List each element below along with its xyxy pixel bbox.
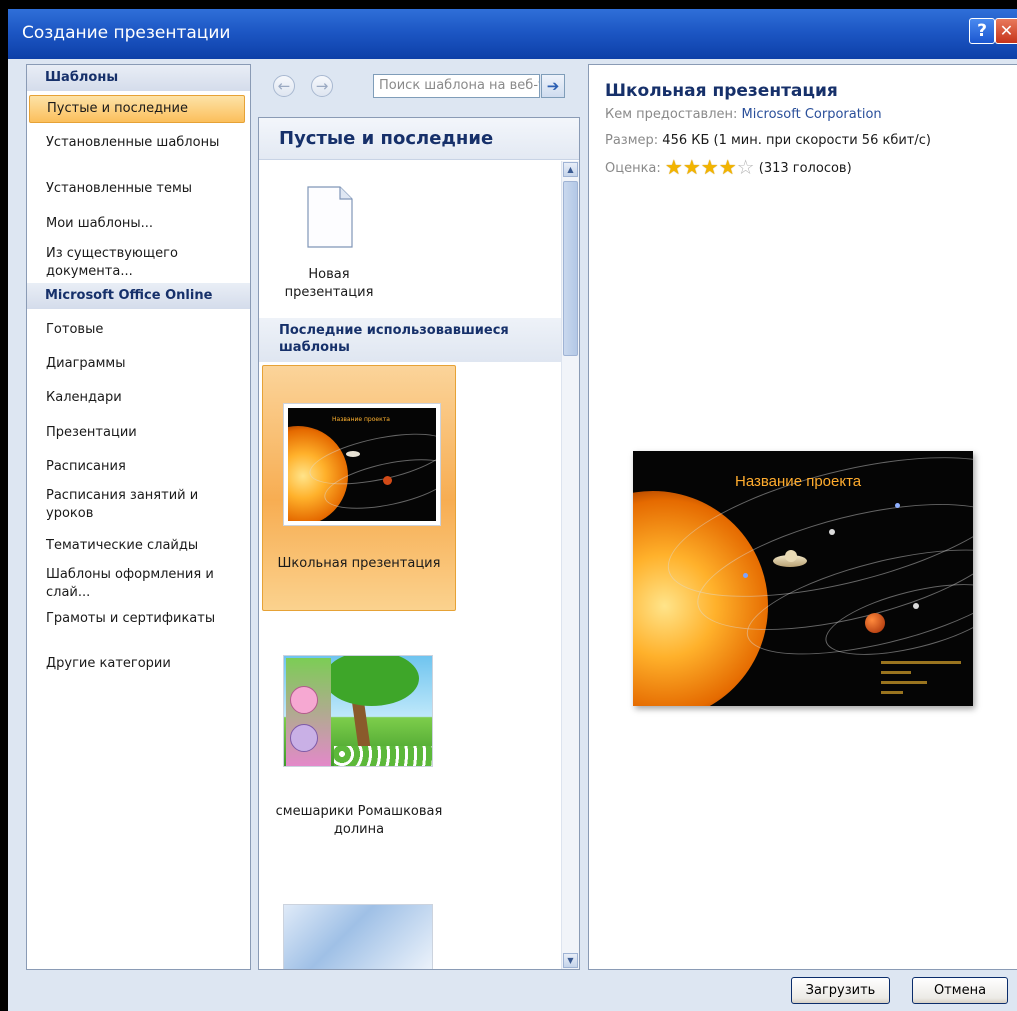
template-label-school: Школьная презентация: [277, 556, 441, 571]
template-thumbnail-school: Название проекта: [283, 403, 441, 526]
category-panel: Шаблоны Пустые и последние Установленные…: [26, 64, 251, 970]
preview-slide-title: Название проекта: [735, 473, 862, 490]
template-item-school[interactable]: Название проекта Школьная презентация: [262, 365, 456, 611]
template-thumbnail-smeshariki: [283, 655, 433, 767]
size-key: Размер:: [605, 133, 659, 148]
close-button[interactable]: ✕: [995, 18, 1017, 44]
rating-row: Оценка: ★★★★☆ (313 голосов): [605, 155, 852, 179]
rating-key: Оценка:: [605, 161, 661, 176]
nav-item-thematic-slides[interactable]: Тематические слайды: [46, 537, 246, 555]
provider-row: Кем предоставлен: Microsoft Corporation: [605, 107, 882, 122]
nav-item-schedules[interactable]: Расписания: [46, 458, 246, 476]
preview-title: Школьная презентация: [605, 81, 838, 101]
template-label-smeshariki: смешарики Ромашковая долина: [275, 804, 443, 837]
nav-item-design-templates[interactable]: Шаблоны оформления и слай...: [46, 566, 246, 602]
forward-button[interactable]: →: [311, 75, 333, 97]
nav-item-my-templates[interactable]: Мои шаблоны...: [46, 215, 246, 233]
size-value: 456 КБ (1 мин. при скорости 56 кбит/с): [662, 133, 931, 148]
nav-item-installed-templates[interactable]: Установленные шаблоны: [46, 134, 246, 152]
search-toolbar: ← → Поиск шаблона на веб-узле Microsoft …: [258, 64, 580, 110]
scroll-up-icon[interactable]: ▲: [563, 162, 578, 177]
template-list-scrollbar[interactable]: ▲ ▼: [561, 161, 579, 969]
provider-value: Microsoft Corporation: [741, 107, 882, 122]
search-go-button[interactable]: ➔: [541, 74, 565, 98]
preview-image: Название проекта: [633, 451, 973, 706]
nav-item-other-categories[interactable]: Другие категории: [46, 655, 246, 673]
help-button[interactable]: ?: [969, 18, 995, 44]
nav-item-from-existing[interactable]: Из существующего документа...: [46, 245, 246, 281]
templates-section-header: Шаблоны: [27, 65, 250, 91]
recent-templates-header: Последние использовавшиеся шаблоны: [259, 318, 562, 362]
nav-item-presentations[interactable]: Презентации: [46, 424, 246, 442]
solar-system-image: Название проекта: [288, 408, 436, 521]
nav-item-installed-themes[interactable]: Установленные темы: [46, 180, 246, 198]
create-presentation-dialog: Создание презентации ? ✕ Шаблоны Пустые …: [8, 9, 1017, 1011]
star-filled-icon: ★: [682, 155, 701, 179]
rating-stars: ★★★★☆: [664, 155, 755, 179]
star-filled-icon: ★: [700, 155, 719, 179]
nav-item-certificates[interactable]: Грамоты и сертификаты: [46, 610, 246, 628]
template-thumbnail-third: [283, 904, 433, 969]
nav-item-class-schedules[interactable]: Расписания занятий и уроков: [46, 487, 246, 523]
rating-votes: (313 голосов): [758, 161, 852, 176]
thumb-slide-title: Название проекта: [332, 416, 390, 423]
window-title: Создание презентации: [22, 23, 231, 43]
nav-item-diagrams[interactable]: Диаграммы: [46, 355, 246, 373]
search-input[interactable]: Поиск шаблона на веб-узле Microsoft Offi…: [373, 74, 540, 98]
scroll-down-icon[interactable]: ▼: [563, 953, 578, 968]
scroll-thumb[interactable]: [563, 181, 578, 356]
cancel-button[interactable]: Отмена: [912, 977, 1008, 1004]
template-list-panel: Пустые и последние Новая презентация Пос…: [258, 117, 580, 970]
nav-item-blank-and-recent[interactable]: Пустые и последние: [29, 95, 245, 123]
provider-key: Кем предоставлен:: [605, 107, 738, 122]
back-button[interactable]: ←: [273, 75, 295, 97]
template-list-title: Пустые и последние: [259, 118, 579, 160]
title-bar: Создание презентации ? ✕: [8, 9, 1017, 59]
new-presentation-label: Новая презентация: [284, 267, 374, 300]
star-empty-icon: ☆: [736, 155, 755, 179]
size-row: Размер: 456 КБ (1 мин. при скорости 56 к…: [605, 133, 931, 148]
star-filled-icon: ★: [718, 155, 737, 179]
nav-item-calendars[interactable]: Календари: [46, 389, 246, 407]
star-filled-icon: ★: [664, 155, 683, 179]
nav-item-ready[interactable]: Готовые: [46, 321, 246, 339]
office-online-section-header: Microsoft Office Online: [27, 283, 250, 309]
preview-panel: Школьная презентация Кем предоставлен: M…: [588, 64, 1017, 970]
download-button[interactable]: Загрузить: [791, 977, 890, 1004]
blank-document-icon: [307, 186, 353, 248]
